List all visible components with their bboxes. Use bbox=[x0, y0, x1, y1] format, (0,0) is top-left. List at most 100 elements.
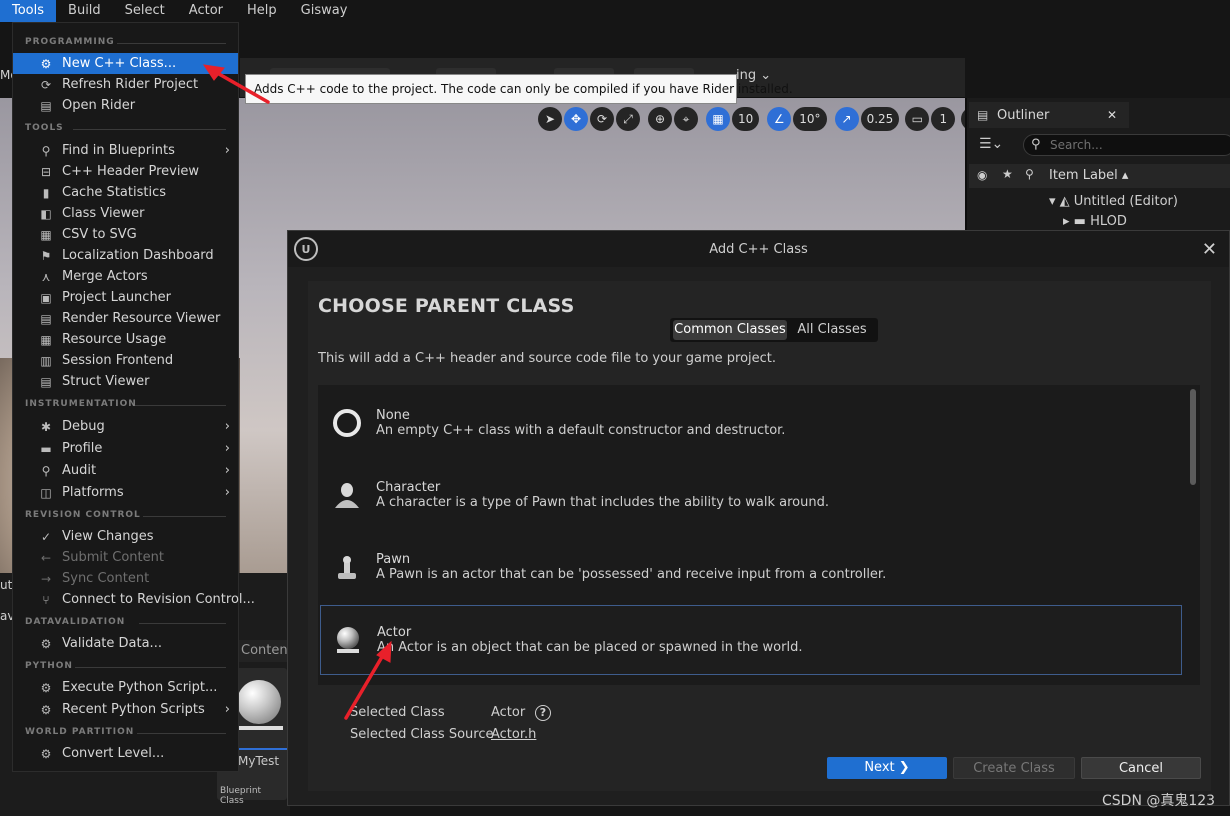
scale-snap-icon[interactable]: ↗ bbox=[834, 107, 859, 131]
menu-item-cache-statistics[interactable]: ▮ Cache Statistics bbox=[13, 182, 238, 203]
menu-item-validate-data[interactable]: ⚙ Validate Data... bbox=[13, 633, 238, 654]
scale-icon[interactable]: ⤢ bbox=[616, 107, 640, 131]
selected-source-link[interactable]: Actor.h bbox=[491, 727, 536, 742]
class-tabs: Common Classes All Classes bbox=[670, 318, 878, 342]
flag-icon: ⚑ bbox=[40, 248, 52, 263]
none-class-icon bbox=[333, 409, 361, 437]
dialog-title: Add C++ Class bbox=[709, 242, 808, 257]
content-tab[interactable]: Content bbox=[238, 640, 293, 662]
csv-icon: ▦ bbox=[40, 227, 52, 242]
merge-icon: ⋏ bbox=[41, 269, 51, 284]
edge-label: ut bbox=[0, 578, 13, 592]
menu-item-resource-usage[interactable]: ▦ Resource Usage bbox=[13, 329, 238, 350]
menu-item-session-frontend[interactable]: ▥ Session Frontend bbox=[13, 350, 238, 371]
item-label-column[interactable]: Item Label ▴ bbox=[1049, 168, 1128, 183]
outliner-tab[interactable]: ▤ Outliner ✕ bbox=[969, 102, 1129, 128]
tab-all-classes[interactable]: All Classes bbox=[789, 320, 875, 340]
menu-item-view-changes[interactable]: ✓ View Changes bbox=[13, 526, 238, 547]
menu-build[interactable]: Build bbox=[56, 0, 113, 22]
create-class-button[interactable]: Create Class bbox=[953, 757, 1075, 779]
angle-snap-value[interactable]: 10° bbox=[793, 107, 827, 131]
menu-item-convert-level[interactable]: ⚙ Convert Level... bbox=[13, 743, 238, 764]
menu-item-csv-to-svg[interactable]: ▦ CSV to SVG bbox=[13, 224, 238, 245]
menu-item-project-launcher[interactable]: ▣ Project Launcher bbox=[13, 287, 238, 308]
class-item-actor[interactable]: Actor An Actor is an object that can be … bbox=[320, 605, 1182, 675]
next-button[interactable]: Next ❯ bbox=[827, 757, 947, 779]
divider bbox=[135, 405, 226, 406]
convert-icon: ⚙ bbox=[40, 746, 52, 761]
menu-item-label: Execute Python Script... bbox=[62, 680, 218, 695]
cpp-class-icon: ⚙ bbox=[40, 56, 52, 71]
class-item-pawn[interactable]: Pawn A Pawn is an actor that can be 'pos… bbox=[320, 533, 1182, 603]
menu-item-merge-actors[interactable]: ⋏ Merge Actors bbox=[13, 266, 238, 287]
chevron-right-icon: › bbox=[224, 441, 230, 456]
actor-icon bbox=[337, 627, 359, 653]
close-icon[interactable]: ✕ bbox=[1107, 108, 1117, 122]
menu-item-header-preview[interactable]: ⊟ C++ Header Preview bbox=[13, 161, 238, 182]
search-input[interactable]: ⚲ Search... bbox=[1023, 134, 1230, 156]
character-icon bbox=[335, 483, 359, 508]
menu-item-find-in-blueprints[interactable]: ⚲ Find in Blueprints › bbox=[13, 140, 238, 161]
selected-class-value: Actor bbox=[491, 705, 526, 720]
section-instrumentation: INSTRUMENTATION bbox=[25, 399, 137, 409]
menu-help[interactable]: Help bbox=[235, 0, 289, 22]
tab-common-classes[interactable]: Common Classes bbox=[673, 320, 787, 340]
menu-item-label: Render Resource Viewer bbox=[62, 311, 221, 326]
scale-snap-value[interactable]: 0.25 bbox=[860, 107, 900, 131]
grid-snap-value[interactable]: 10 bbox=[732, 107, 760, 131]
rotate-icon[interactable]: ⟳ bbox=[590, 107, 614, 131]
close-icon[interactable]: ✕ bbox=[1202, 239, 1217, 260]
section-tools: TOOLS bbox=[25, 123, 64, 133]
menu-item-audit[interactable]: ⚲ Audit › bbox=[13, 460, 238, 481]
arrow-right-icon: → bbox=[40, 571, 52, 586]
star-icon[interactable]: ★ bbox=[1002, 167, 1013, 181]
outliner-row[interactable]: ▸ ▬ HLOD bbox=[1063, 214, 1127, 229]
menu-item-profile[interactable]: ▬ Profile › bbox=[13, 438, 238, 459]
menu-item-label: Profile bbox=[62, 441, 103, 456]
eye-icon[interactable]: ◉ bbox=[977, 168, 987, 182]
dialog-body: CHOOSE PARENT CLASS Common Classes All C… bbox=[308, 281, 1211, 791]
menu-item-debug[interactable]: ✱ Debug › bbox=[13, 416, 238, 437]
camera-speed-icon[interactable]: ▭ bbox=[905, 107, 930, 131]
class-name: None bbox=[376, 408, 410, 423]
menu-gisway[interactable]: Gisway bbox=[289, 0, 360, 22]
menu-item-class-viewer[interactable]: ◧ Class Viewer bbox=[13, 203, 238, 224]
class-item-none[interactable]: None An empty C++ class with a default c… bbox=[320, 389, 1182, 459]
menu-item-render-resource-viewer[interactable]: ▤ Render Resource Viewer bbox=[13, 308, 238, 329]
menu-item-new-cpp-class[interactable]: ⚙ New C++ Class... bbox=[13, 53, 238, 74]
select-mode-icon[interactable]: ➤ bbox=[538, 107, 562, 131]
menu-item-refresh-rider[interactable]: ⟳ Refresh Rider Project bbox=[13, 74, 238, 95]
filter-icon[interactable]: ☰⌄ bbox=[979, 136, 1003, 152]
angle-snap-icon[interactable]: ∠ bbox=[767, 107, 792, 131]
menu-item-platforms[interactable]: ◫ Platforms › bbox=[13, 482, 238, 503]
menu-item-connect-revision-control[interactable]: ⑂ Connect to Revision Control... bbox=[13, 589, 255, 610]
cancel-button[interactable]: Cancel bbox=[1081, 757, 1201, 779]
dialog-subtitle: This will add a C++ header and source co… bbox=[318, 351, 777, 366]
audit-icon: ⚲ bbox=[41, 463, 51, 478]
menu-item-label: CSV to SVG bbox=[62, 227, 137, 242]
translate-icon[interactable]: ✥ bbox=[564, 107, 588, 131]
camera-speed-value[interactable]: 1 bbox=[931, 107, 956, 131]
selected-class-label: Selected Class bbox=[350, 705, 445, 720]
menu-item-execute-python[interactable]: ⚙ Execute Python Script... bbox=[13, 677, 238, 698]
menu-item-label: Localization Dashboard bbox=[62, 248, 214, 263]
menu-item-localization-dashboard[interactable]: ⚑ Localization Dashboard bbox=[13, 245, 238, 266]
world-icon[interactable]: ⊕ bbox=[648, 107, 672, 131]
menu-item-recent-python[interactable]: ⚙ Recent Python Scripts › bbox=[13, 699, 238, 720]
scrollbar[interactable] bbox=[1190, 389, 1196, 485]
help-icon[interactable]: ? bbox=[535, 705, 551, 721]
menu-select[interactable]: Select bbox=[113, 0, 177, 22]
pin-icon[interactable]: ⚲ bbox=[1025, 167, 1034, 181]
grid-snap-icon[interactable]: ▦ bbox=[706, 107, 730, 131]
chevron-right-icon: › bbox=[224, 419, 230, 434]
menu-item-struct-viewer[interactable]: ▤ Struct Viewer bbox=[13, 371, 238, 392]
section-revision-control: REVISION CONTROL bbox=[25, 510, 141, 520]
menu-bar: Tools Build Select Actor Help Gisway bbox=[0, 0, 1230, 22]
class-item-character[interactable]: Character A character is a type of Pawn … bbox=[320, 461, 1182, 531]
menu-tools[interactable]: Tools bbox=[0, 0, 57, 22]
menu-item-label: Project Launcher bbox=[62, 290, 172, 305]
menu-item-open-rider[interactable]: ▤ Open Rider bbox=[13, 95, 238, 116]
surface-snap-icon[interactable]: ⌖ bbox=[674, 107, 698, 131]
outliner-row[interactable]: ▾ ◭ Untitled (Editor) bbox=[1049, 194, 1178, 209]
menu-actor[interactable]: Actor bbox=[177, 0, 235, 22]
